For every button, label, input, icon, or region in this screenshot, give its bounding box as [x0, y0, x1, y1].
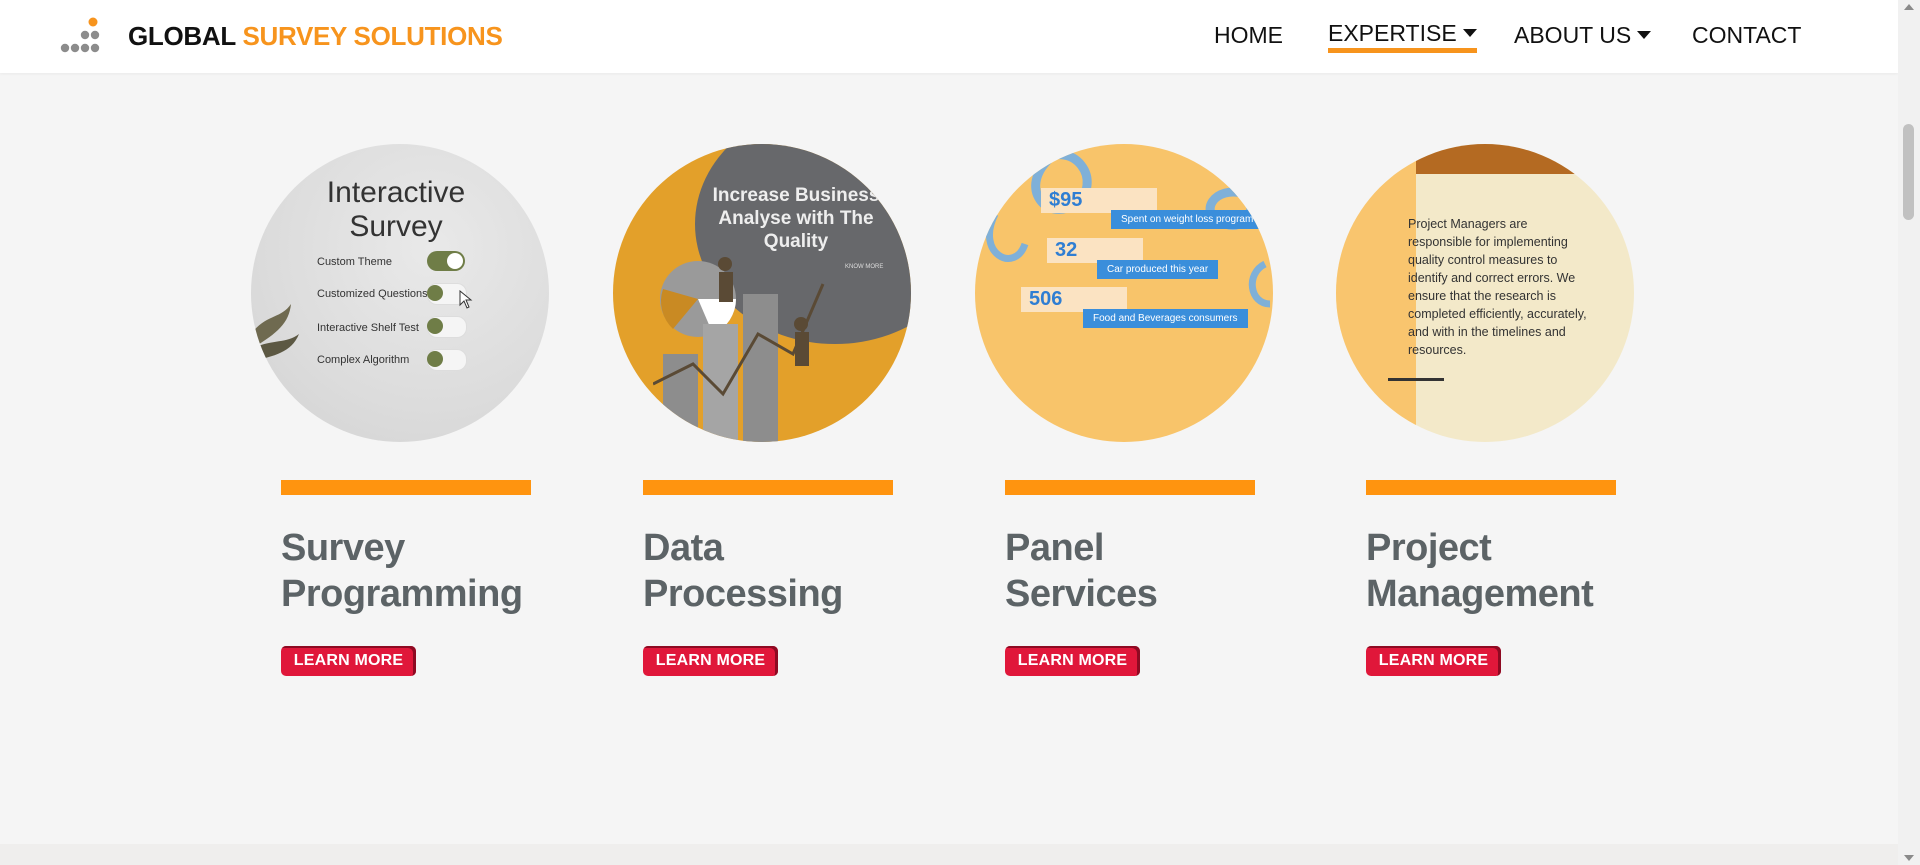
data-processing-image: Increase Business Analyse with The Quali… [613, 144, 911, 442]
toggle-switch [427, 251, 465, 271]
nav-about-us[interactable]: ABOUT US [1514, 22, 1652, 49]
learn-more-button[interactable]: LEARN MORE [643, 646, 778, 676]
learn-more-button[interactable]: LEARN MORE [281, 646, 416, 676]
service-title: Panel Services [1005, 525, 1158, 617]
accent-bar [1005, 480, 1255, 495]
service-title: Project Management [1366, 525, 1594, 617]
nav-expertise-label: EXPERTISE [1328, 20, 1457, 46]
service-title-line: Programming [281, 573, 523, 615]
service-title-line: Project [1366, 527, 1492, 569]
service-title-line: Panel [1005, 527, 1104, 569]
site-logo[interactable]: GLOBAL SURVEY SOLUTIONS [128, 21, 503, 52]
option-label: Customized Questions [317, 288, 428, 300]
page-scrollbar[interactable] [1898, 0, 1920, 865]
image-heading: Increase Business Analyse with The Quali… [712, 185, 880, 252]
toggle-switch [427, 349, 467, 371]
service-title: Survey Programming [281, 525, 523, 617]
logo-icon[interactable] [59, 17, 101, 55]
service-title-line: Data [643, 527, 724, 569]
stat-label: Car produced this year [1097, 260, 1219, 279]
nav-contact[interactable]: CONTACT [1692, 22, 1801, 49]
project-management-image: Project Managers are responsible for imp… [1336, 144, 1634, 442]
learn-more-button[interactable]: LEARN MORE [1366, 646, 1501, 676]
option-label: Interactive Shelf Test [317, 322, 419, 334]
image-paragraph: Project Managers are responsible for imp… [1408, 217, 1587, 357]
cursor-icon [459, 290, 473, 309]
learn-more-button[interactable]: LEARN MORE [1005, 646, 1140, 676]
accent-bar [1366, 480, 1616, 495]
image-heading: Interactive [326, 176, 466, 209]
accent-bar [643, 480, 893, 495]
option-label: Custom Theme [317, 256, 392, 268]
scrollbar-thumb[interactable] [1903, 124, 1914, 220]
nav-home[interactable]: HOME [1214, 22, 1283, 49]
option-label: Complex Algorithm [317, 354, 410, 366]
service-title: Data Processing [643, 525, 843, 617]
chevron-down-icon [1462, 29, 1477, 37]
logo-text-secondary: SURVEY SOLUTIONS [242, 21, 503, 51]
nav-expertise[interactable]: EXPERTISE [1328, 20, 1477, 53]
survey-programming-image: Interactive Survey Custom Theme Customiz… [251, 144, 549, 442]
chart-illustration-icon [653, 257, 825, 442]
logo-text-primary: GLOBAL [128, 21, 236, 51]
nav-contact-label: CONTACT [1692, 22, 1802, 48]
chevron-down-icon [1637, 31, 1652, 39]
nav-home-label: HOME [1214, 22, 1283, 48]
scroll-up-icon[interactable] [1904, 4, 1914, 10]
stat-label: Food and Beverages consumers [1083, 309, 1248, 328]
nav-about-label: ABOUT US [1514, 22, 1632, 48]
service-title-line: Survey [281, 527, 405, 569]
service-title-line: Processing [643, 573, 843, 615]
site-header: GLOBAL SURVEY SOLUTIONS HOME EXPERTISE A… [0, 0, 1898, 73]
stat-label: Spent on weight loss program [1111, 210, 1264, 229]
service-title-line: Services [1005, 573, 1158, 615]
panel-services-image: $95 Spent on weight loss program 32 Car … [975, 144, 1273, 442]
scroll-down-icon[interactable] [1904, 855, 1914, 861]
image-heading: Survey [349, 210, 443, 243]
footer-edge [0, 844, 1898, 865]
accent-bar [281, 480, 531, 495]
toggle-switch [427, 316, 467, 338]
plant-icon [251, 304, 299, 362]
service-title-line: Management [1366, 573, 1594, 615]
